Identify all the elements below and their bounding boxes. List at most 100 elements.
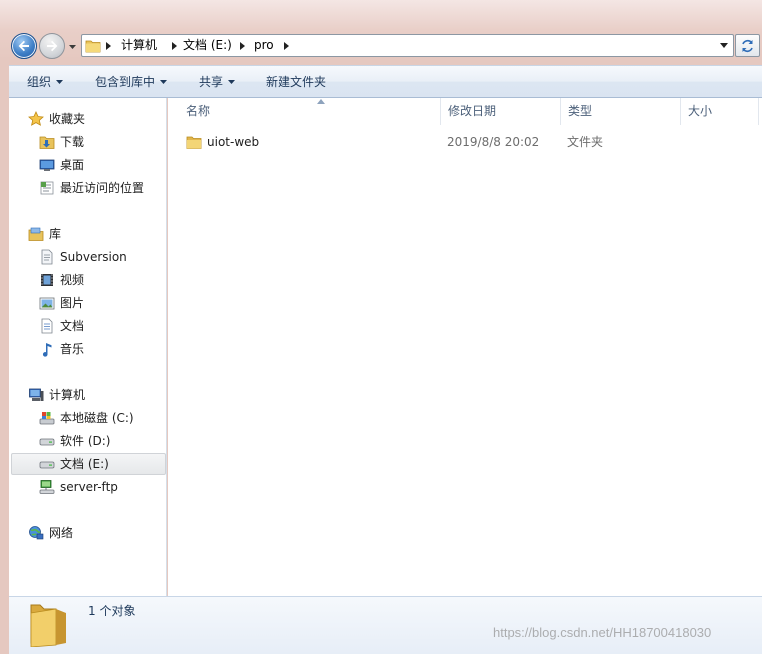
address-history-dropdown[interactable]	[717, 36, 731, 55]
nav-libraries-label: 库	[49, 227, 62, 241]
column-header-name[interactable]: 名称	[179, 98, 441, 125]
breadcrumb-separator[interactable]	[236, 35, 249, 56]
nav-item-server-ftp[interactable]: server-ftp	[39, 476, 118, 498]
refresh-button[interactable]	[735, 34, 760, 57]
nav-item-drive-e[interactable]: 文档 (E:)	[11, 453, 166, 475]
chevron-down-icon	[720, 43, 728, 48]
nav-item-label: 最近访问的位置	[60, 181, 145, 195]
organize-menu-button[interactable]: 组织	[27, 66, 64, 98]
nav-item-documents[interactable]: 文档	[39, 315, 84, 337]
address-bar[interactable]: 计算机 文档 (E:) pro	[81, 34, 734, 57]
item-count: 1 个对象	[88, 604, 136, 618]
file-modified: 2019/8/8 20:02	[447, 135, 540, 149]
nav-item-label: 视频	[60, 273, 85, 287]
new-folder-label: 新建文件夹	[266, 75, 327, 89]
network-globe-icon	[29, 526, 44, 540]
nav-item-videos[interactable]: 视频	[39, 269, 84, 291]
column-header-modified[interactable]: 修改日期	[441, 98, 561, 125]
folder-icon	[30, 604, 66, 647]
column-header-size-label: 大小	[688, 104, 713, 118]
folder-icon	[186, 136, 202, 149]
recent-places-icon	[40, 181, 54, 195]
share-button[interactable]: 共享	[199, 66, 236, 98]
chevron-right-icon	[172, 41, 177, 50]
include-in-library-label: 包含到库中	[95, 75, 156, 89]
network-drive-icon	[39, 480, 55, 494]
pictures-icon	[39, 297, 55, 310]
file-list[interactable]: 名称 修改日期 类型 大小 uiot-web 2019/8/8 20:02 文件…	[168, 98, 762, 596]
navigation-bar: 计算机 文档 (E:) pro	[0, 28, 762, 64]
breadcrumb-computer[interactable]: 计算机	[121, 35, 157, 56]
nav-network-label: 网络	[49, 526, 74, 540]
nav-network[interactable]: 网络	[28, 522, 73, 544]
nav-favorites[interactable]: 收藏夹	[28, 108, 85, 130]
nav-item-desktop[interactable]: 桌面	[39, 154, 84, 176]
column-header-type-label: 类型	[568, 104, 593, 118]
breadcrumb-separator[interactable]	[168, 35, 181, 56]
arrow-left-icon	[18, 40, 29, 52]
video-icon	[41, 274, 53, 286]
chevron-right-icon	[240, 41, 245, 50]
recent-pages-button[interactable]	[67, 42, 77, 52]
nav-item-label: 图片	[60, 296, 85, 310]
file-name[interactable]: uiot-web	[207, 131, 259, 153]
document-library-icon	[41, 249, 53, 265]
breadcrumb-drive-e[interactable]: 文档 (E:)	[183, 35, 232, 56]
breadcrumb-separator[interactable]	[102, 35, 115, 56]
nav-item-downloads[interactable]: 下载	[39, 131, 84, 153]
chevron-down-icon	[56, 80, 64, 84]
window-frame: 计算机 文档 (E:) pro 组织 包含到库中 共享 新建文件夹 收藏夹 下载…	[0, 0, 762, 654]
nav-libraries[interactable]: 库	[28, 223, 61, 245]
details-pane: 1 个对象 https://blog.csdn.net/HH1870041803…	[9, 596, 762, 654]
arrow-right-icon	[47, 40, 58, 52]
nav-item-label: 桌面	[60, 158, 85, 172]
nav-item-music[interactable]: 音乐	[39, 338, 84, 360]
libraries-icon	[28, 227, 44, 241]
nav-item-drive-d[interactable]: 软件 (D:)	[39, 430, 110, 452]
file-type: 文件夹	[567, 135, 604, 149]
nav-item-recent-places[interactable]: 最近访问的位置	[39, 177, 144, 199]
column-header-type[interactable]: 类型	[561, 98, 681, 125]
desktop-icon	[39, 159, 55, 171]
nav-item-label: server-ftp	[60, 480, 118, 494]
chevron-right-icon	[106, 41, 111, 50]
share-label: 共享	[199, 75, 224, 89]
new-folder-button[interactable]: 新建文件夹	[266, 66, 326, 98]
sort-ascending-icon	[317, 99, 325, 104]
nav-item-label: Subversion	[60, 250, 127, 264]
breadcrumb-pro[interactable]: pro	[254, 35, 274, 56]
star-icon	[28, 111, 44, 126]
nav-item-label: 音乐	[60, 342, 85, 356]
back-button[interactable]	[11, 33, 37, 59]
chevron-right-icon	[284, 41, 289, 50]
nav-favorites-label: 收藏夹	[49, 112, 86, 126]
nav-item-label: 下载	[60, 135, 85, 149]
column-header-size[interactable]: 大小	[681, 98, 759, 125]
nav-item-drive-c[interactable]: 本地磁盘 (C:)	[39, 407, 134, 429]
column-header-modified-label: 修改日期	[448, 104, 497, 118]
system-drive-icon	[39, 412, 55, 425]
folder-icon	[85, 40, 101, 53]
forward-button[interactable]	[39, 33, 65, 59]
table-row[interactable]: uiot-web 2019/8/8 20:02 文件夹	[184, 131, 744, 153]
organize-label: 组织	[27, 75, 52, 89]
music-note-icon	[42, 343, 52, 357]
nav-item-label: 本地磁盘 (C:)	[60, 411, 134, 425]
column-header-name-label: 名称	[186, 104, 211, 118]
chevron-down-icon	[68, 45, 76, 49]
nav-computer[interactable]: 计算机	[28, 384, 85, 406]
nav-item-label: 文档	[60, 319, 85, 333]
chevron-down-icon	[228, 80, 236, 84]
downloads-folder-icon	[39, 136, 55, 149]
command-bar: 组织 包含到库中 共享 新建文件夹	[9, 65, 762, 98]
watermark: https://blog.csdn.net/HH18700418030	[493, 625, 712, 640]
nav-item-subversion[interactable]: Subversion	[39, 246, 127, 268]
chevron-down-icon	[160, 80, 168, 84]
include-in-library-button[interactable]: 包含到库中	[95, 66, 168, 98]
hard-drive-icon	[39, 438, 55, 446]
refresh-icon	[742, 39, 753, 52]
breadcrumb-separator[interactable]	[280, 35, 293, 56]
computer-icon	[29, 388, 44, 401]
hard-drive-icon	[39, 461, 55, 469]
nav-item-pictures[interactable]: 图片	[39, 292, 84, 314]
